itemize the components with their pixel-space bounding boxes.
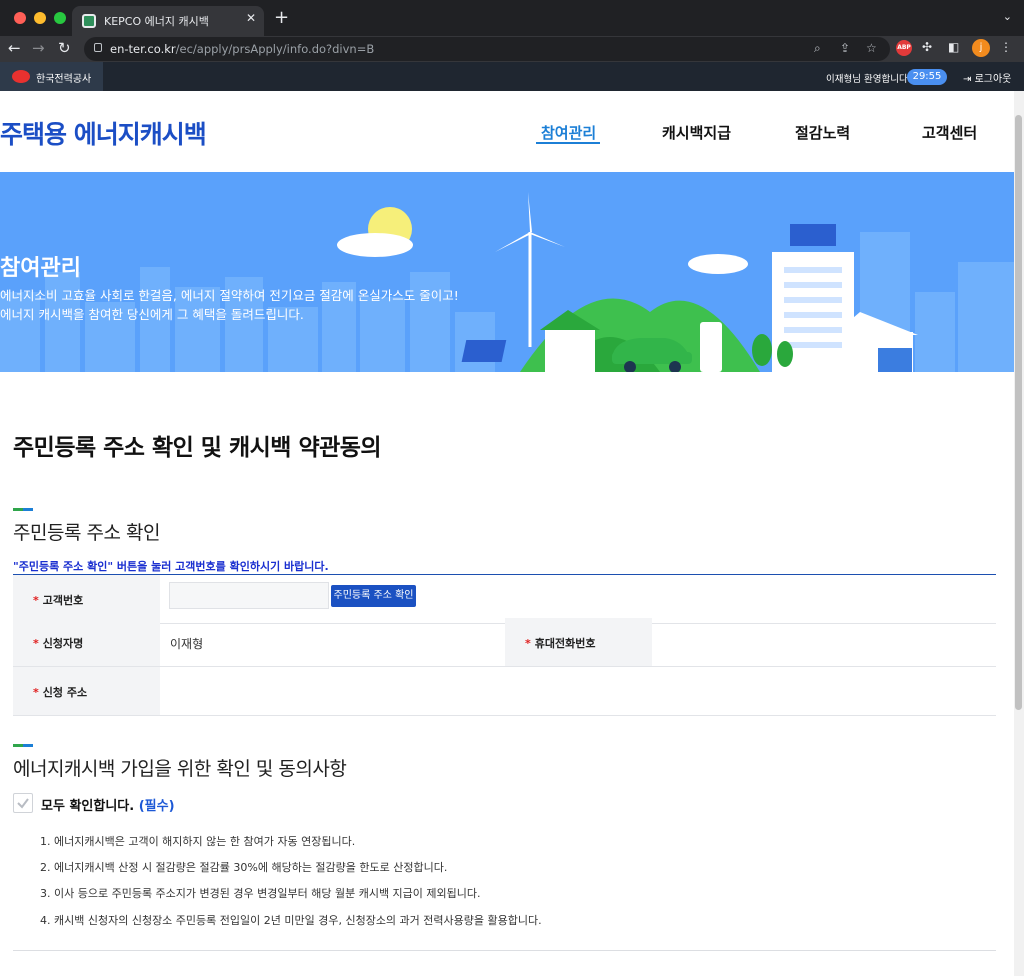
active-nav-underline	[536, 142, 600, 144]
extensions-puzzle-icon[interactable]: ✣	[922, 40, 932, 54]
browser-tab-bar: KEPCO 에너지 캐시백 ✕ + ⌄	[0, 0, 1024, 36]
check-all-label[interactable]: 모두 확인합니다. (필수)	[41, 795, 175, 814]
new-tab-plus-icon[interactable]: +	[274, 7, 289, 28]
customer-no-label: 고객번호	[42, 594, 84, 607]
form-row-applicant: * 신청자명 이재형 * 휴대전화번호	[13, 618, 996, 667]
agreement-item-2: 2. 에너지캐시백 산정 시 절감량은 절감률 30%에 해당하는 절감량을 한…	[40, 861, 448, 874]
adblock-extension-icon[interactable]: ABP	[896, 40, 912, 56]
agreement-item-4: 4. 캐시백 신청자의 신청장소 주민등록 전입일이 2년 미만일 경우, 신청…	[40, 914, 542, 927]
agreement-item-1: 1. 에너지캐시백은 고객이 해지하지 않는 한 참여가 자동 연장됩니다.	[40, 835, 356, 848]
forward-arrow-icon[interactable]: →	[32, 39, 45, 57]
window-zoom-button[interactable]	[54, 12, 66, 24]
applicant-name-value: 이재형	[170, 637, 204, 651]
tab-title: KEPCO 에너지 캐시백	[104, 15, 209, 28]
banner-text-line1: 에너지소비 고효율 사회로 한걸음, 에너지 절약하여 전기요금 절감에 온실가…	[0, 288, 459, 303]
nav-participation[interactable]: 참여관리	[541, 122, 596, 143]
customer-no-input[interactable]	[169, 582, 329, 609]
side-panel-icon[interactable]: ◧	[948, 40, 959, 54]
address-notice: "주민등록 주소 확인" 버튼을 눌러 고객번호를 확인하시기 바랍니다.	[13, 560, 329, 573]
form-row-customer-no: * 고객번호 주민등록 주소 확인	[13, 575, 996, 624]
tab-close-icon[interactable]: ✕	[246, 11, 256, 25]
section-title-agreement: 에너지캐시백 가입을 위한 확인 및 동의사항	[13, 758, 347, 780]
required-mark: *	[33, 686, 39, 699]
address-bar[interactable]: en-ter.co.kr/ec/apply/prsApply/info.do?d…	[84, 37, 890, 61]
nav-cashback-payment[interactable]: 캐시백지급	[662, 122, 731, 143]
label-cell-applicant-name: * 신청자명	[13, 618, 160, 666]
back-arrow-icon[interactable]: ←	[8, 39, 21, 57]
check-all-text: 모두 확인합니다.	[41, 799, 135, 814]
welcome-text: 이재형님 환영합니다.	[826, 74, 911, 85]
nav-customer-center[interactable]: 고객센터	[922, 122, 977, 143]
site-title[interactable]: 주택용 에너지캐시백	[0, 115, 207, 151]
section-title-address: 주민등록 주소 확인	[13, 522, 160, 544]
window-minimize-button[interactable]	[34, 12, 46, 24]
session-timer-badge[interactable]: 29:55	[907, 69, 947, 85]
agreement-item-3: 3. 이사 등으로 주민등록 주소지가 변경된 경우 변경일부터 해당 월분 캐…	[40, 887, 481, 900]
kepco-logo[interactable]: 한국전력공사	[0, 62, 103, 91]
verify-address-button[interactable]: 주민등록 주소 확인	[331, 585, 416, 607]
section-marker	[13, 508, 33, 511]
bookmark-star-icon[interactable]: ☆	[866, 41, 877, 55]
check-all-checkbox[interactable]	[13, 793, 33, 813]
checkmark-icon	[17, 798, 29, 809]
browser-tab[interactable]: KEPCO 에너지 캐시백 ✕	[72, 6, 264, 36]
hero-banner: 참여관리 에너지소비 고효율 사회로 한걸음, 에너지 절약하여 전기요금 절감…	[0, 172, 1014, 372]
tab-search-chevron-down-icon[interactable]: ⌄	[1003, 10, 1012, 23]
required-label: (필수)	[138, 799, 175, 814]
share-icon[interactable]: ⇪	[840, 41, 850, 55]
form-row-address: * 신청 주소	[13, 667, 996, 716]
profile-avatar[interactable]: j	[972, 39, 990, 57]
kepco-logo-icon	[12, 70, 30, 83]
agreement-divider	[13, 950, 996, 951]
window-close-button[interactable]	[14, 12, 26, 24]
browser-toolbar: ← → ↻ en-ter.co.kr/ec/apply/prsApply/inf…	[0, 36, 1024, 62]
label-cell-mobile: * 휴대전화번호	[505, 618, 652, 666]
browser-menu-icon[interactable]: ⋮	[1000, 40, 1012, 54]
logout-label: 로그아웃	[974, 74, 1012, 85]
logout-icon: ⇥	[963, 74, 972, 85]
label-cell-customer-no: * 고객번호	[13, 575, 160, 623]
reload-icon[interactable]: ↻	[58, 39, 71, 57]
logout-link[interactable]: ⇥ 로그아웃	[963, 70, 1011, 85]
site-top-strip: 한국전력공사 이재형님 환영합니다. 29:55 ⇥ 로그아웃	[0, 62, 1024, 91]
city-illustration	[0, 192, 1014, 372]
kepco-favicon-icon	[82, 14, 96, 28]
page-scrollbar-thumb[interactable]	[1015, 115, 1022, 710]
applicant-name-label: 신청자명	[42, 637, 84, 650]
url-text[interactable]: en-ter.co.kr/ec/apply/prsApply/info.do?d…	[110, 42, 374, 56]
required-mark: *	[525, 637, 531, 650]
address-label: 신청 주소	[42, 686, 88, 699]
banner-text-line2: 에너지 캐시백을 참여한 당신에게 그 혜택을 돌려드립니다.	[0, 307, 304, 322]
zoom-search-icon[interactable]: ⌕	[814, 41, 821, 56]
mobile-label: 휴대전화번호	[534, 637, 596, 650]
page-title: 주민등록 주소 확인 및 캐시백 약관동의	[13, 435, 382, 461]
section-marker	[13, 744, 33, 747]
org-name: 한국전력공사	[36, 74, 92, 85]
required-mark: *	[33, 594, 39, 607]
banner-title: 참여관리	[0, 256, 81, 281]
label-cell-address: * 신청 주소	[13, 667, 160, 715]
nav-saving-effort[interactable]: 절감노력	[795, 122, 850, 143]
required-mark: *	[33, 637, 39, 650]
lock-icon	[94, 43, 102, 52]
